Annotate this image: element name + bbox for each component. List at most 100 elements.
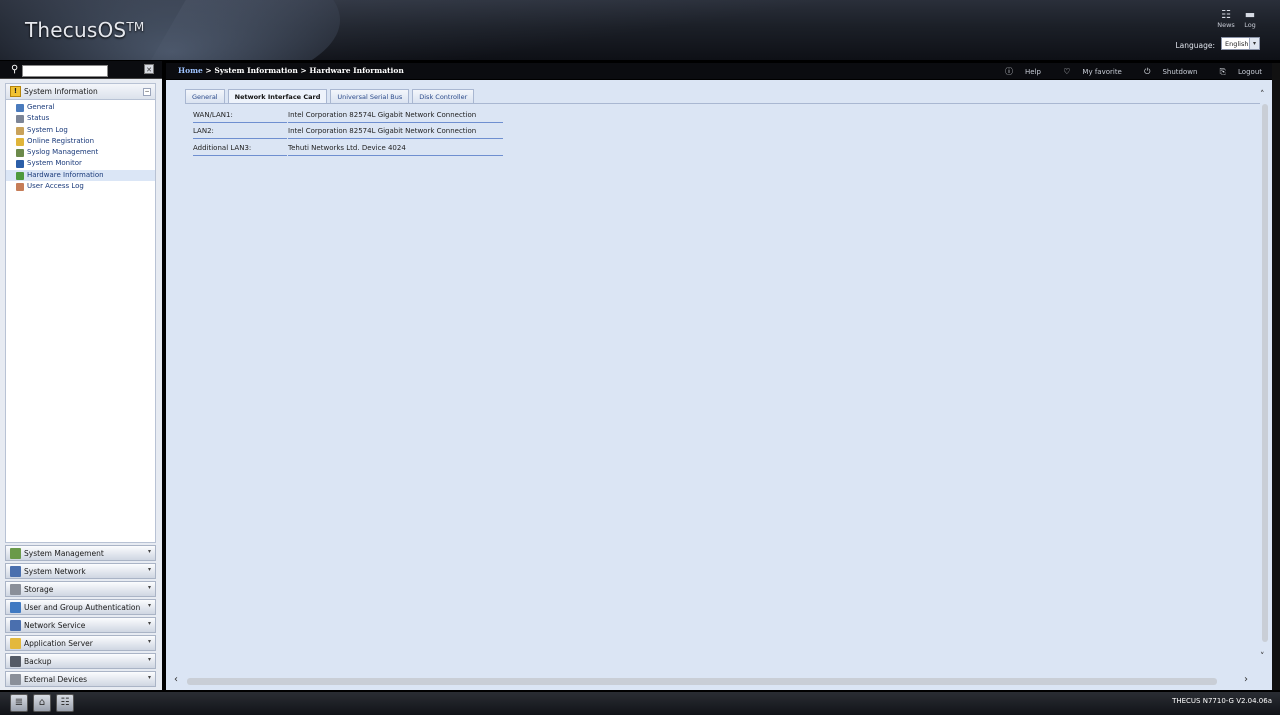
language-select[interactable]: English ▾ [1221, 37, 1260, 50]
sidebar-item[interactable]: Online Registration [6, 136, 155, 147]
sidebar-item[interactable]: Status [6, 113, 155, 124]
expand-chevron-icon: ▾ [147, 602, 151, 609]
nic-port-label: Additional LAN3: [193, 144, 287, 156]
rss-icon: ☷ [1221, 8, 1231, 21]
sidebar-search-input[interactable] [22, 65, 108, 77]
sidebar-group[interactable]: Network Service ▾ [5, 617, 156, 633]
sidebar-item-label: Status [27, 114, 50, 123]
group-icon [10, 602, 21, 613]
table-row: Additional LAN3: Tehuti Networks Ltd. Dev… [193, 142, 503, 158]
sidebar-group[interactable]: External Devices ▾ [5, 671, 156, 687]
item-icon [16, 104, 24, 112]
system-information-tree: ! System Information − General Status Syst… [5, 83, 156, 543]
nic-port-label: WAN/LAN1: [193, 111, 287, 123]
nic-device-value: Intel Corporation 82574L Gigabit Network… [288, 127, 503, 140]
right-gutter [1272, 63, 1280, 690]
sidebar-group[interactable]: Storage ▾ [5, 581, 156, 597]
vertical-scrollbar[interactable]: ˄ ˅ [1259, 90, 1270, 673]
item-icon [16, 171, 24, 180]
language-label: Language: [1175, 41, 1215, 50]
heart-icon: ♡ [1063, 67, 1071, 76]
sidebar-group-label: System Network [24, 567, 86, 576]
breadcrumb-home-link[interactable]: Home [178, 66, 203, 75]
sidebar-group[interactable]: System Management ▾ [5, 545, 156, 561]
nic-port-label: LAN2: [193, 127, 287, 140]
expand-chevron-icon: ▾ [147, 584, 151, 591]
help-button[interactable]: ⓘ Help [995, 67, 1041, 76]
sidebar-item-label: System Monitor [27, 159, 82, 168]
item-icon [16, 183, 24, 192]
sidebar-item[interactable]: Hardware Information [6, 169, 155, 182]
table-row: WAN/LAN1: Intel Corporation 82574L Gigabi… [193, 109, 503, 125]
expand-chevron-icon: ▾ [147, 674, 151, 681]
scroll-right-icon[interactable]: › [1244, 674, 1248, 685]
clear-search-icon[interactable]: ✕ [144, 64, 154, 74]
taskbar-storage-button[interactable]: ≣ [10, 694, 28, 712]
scroll-down-icon[interactable]: ˅ [1260, 652, 1265, 662]
sidebar-item-label: Hardware Information [27, 170, 104, 179]
expand-chevron-icon: ▾ [147, 656, 151, 663]
item-icon [16, 137, 24, 146]
sidebar-group-label: Network Service [24, 621, 86, 630]
tab-divider [185, 103, 1260, 104]
header-decoration-2 [151, 0, 1109, 60]
horizontal-scroll-track[interactable] [187, 678, 1217, 685]
tab-item[interactable]: Disk Controller [412, 89, 475, 103]
sidebar-group-label: Storage [24, 585, 54, 594]
hardware-tabs: General Network Interface Card Universal S… [185, 89, 477, 104]
sidebar-item[interactable]: User Access Log [6, 181, 155, 192]
taskbar: ≣ ⌂ ☷ THECUS N7710-G V2.04.06a [0, 692, 1280, 715]
logout-icon: ⎘ [1219, 67, 1227, 76]
sidebar-item[interactable]: System Log [6, 125, 155, 136]
chat-bubble-icon: ▬ [1244, 8, 1256, 21]
sidebar-item-label: Online Registration [27, 136, 95, 145]
item-icon [16, 149, 24, 158]
expand-chevron-icon: ▾ [147, 566, 151, 573]
taskbar-network-button[interactable]: ☷ [56, 694, 74, 712]
tree-group-header[interactable]: ! System Information − [6, 84, 155, 100]
log-button[interactable]: ▬ Log [1240, 8, 1260, 30]
sidebar-item-label: General [27, 103, 55, 111]
sidebar-group[interactable]: Application Server ▾ [5, 635, 156, 651]
group-icon [10, 620, 21, 631]
logout-button[interactable]: ⎘ Logout [1210, 67, 1262, 76]
sidebar-item[interactable]: General [6, 102, 155, 113]
sidebar-group[interactable]: Backup ▾ [5, 653, 156, 669]
nic-device-value: Intel Corporation 82574L Gigabit Network… [288, 111, 503, 123]
shutdown-button[interactable]: ⏻ Shutdown [1134, 67, 1197, 76]
group-icon [10, 638, 21, 649]
chevron-down-icon: ▾ [1249, 38, 1259, 49]
taskbar-home-button[interactable]: ⌂ [33, 694, 51, 712]
scroll-up-icon[interactable]: ˄ [1260, 90, 1265, 100]
tab-item[interactable]: Network Interface Card [227, 89, 328, 104]
home-icon: ⌂ [38, 697, 46, 708]
group-icon [10, 584, 21, 595]
expand-chevron-icon: ▾ [147, 638, 151, 645]
sidebar: ⚲ ✕ ! System Information − General Status… [0, 61, 162, 690]
horizontal-scrollbar[interactable]: ‹ › [174, 674, 1254, 686]
sidebar-group-label: Application Server [24, 639, 93, 648]
item-icon [16, 160, 24, 169]
tab-item[interactable]: Universal Serial Bus [330, 89, 410, 103]
tree-item-list: General Status System Log Online Registrati… [6, 100, 155, 192]
group-icon [10, 656, 21, 667]
nic-info-table: WAN/LAN1: Intel Corporation 82574L Gigabi… [193, 109, 503, 158]
scroll-left-icon[interactable]: ‹ [174, 674, 178, 685]
sidebar-group[interactable]: System Network ▾ [5, 563, 156, 579]
item-icon [16, 115, 24, 124]
sidebar-item[interactable]: System Monitor [6, 158, 155, 169]
power-icon: ⏻ [1144, 67, 1151, 76]
firmware-version: THECUS N7710-G V2.04.06a [1172, 697, 1272, 705]
collapse-icon[interactable]: − [143, 88, 151, 96]
sidebar-group[interactable]: User and Group Authentication ▾ [5, 599, 156, 615]
search-icon: ⚲ [11, 64, 19, 75]
vertical-scroll-track[interactable] [1262, 104, 1268, 642]
sidebar-item-label: User Access Log [27, 182, 84, 191]
sidebar-item[interactable]: Syslog Management [6, 147, 155, 158]
favorite-button[interactable]: ♡ My favorite [1053, 67, 1122, 76]
nic-device-value: Tehuti Networks Ltd. Device 4024 [288, 144, 503, 156]
news-button[interactable]: ☷ News [1216, 8, 1236, 30]
breadcrumb: Home > System Information > Hardware Inf… [178, 66, 404, 75]
tab-item[interactable]: General [185, 89, 225, 103]
sidebar-group-label: System Management [24, 549, 104, 558]
